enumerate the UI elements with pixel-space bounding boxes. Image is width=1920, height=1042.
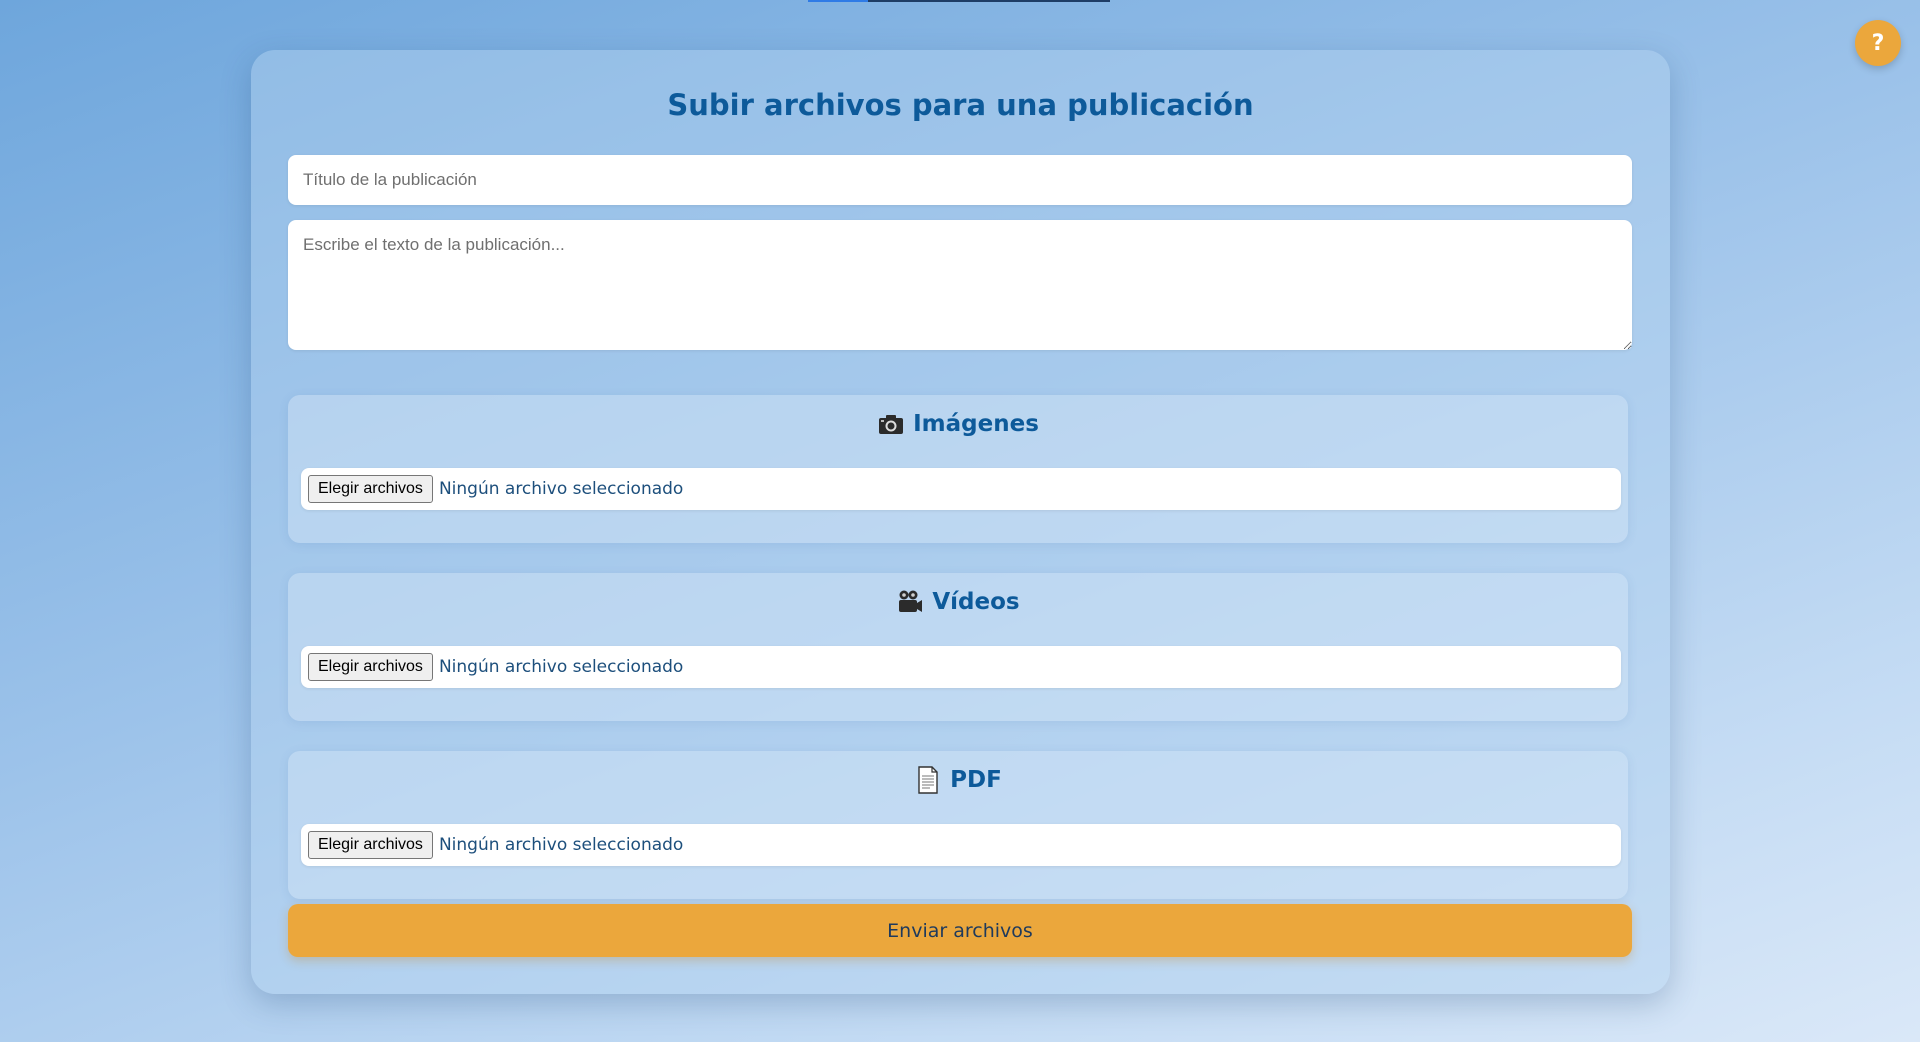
images-choose-files-button[interactable]: Elegir archivos — [308, 475, 433, 503]
videos-file-status: Ningún archivo seleccionado — [438, 657, 684, 677]
pdf-choose-files-button[interactable]: Elegir archivos — [308, 831, 433, 859]
videos-section-heading: Vídeos — [288, 585, 1628, 619]
images-file-status: Ningún archivo seleccionado — [438, 479, 684, 499]
pdf-heading-label: PDF — [950, 767, 1002, 793]
images-heading-label: Imágenes — [913, 411, 1039, 437]
document-icon — [914, 766, 942, 794]
top-progress-indicator — [808, 0, 868, 2]
pdf-file-input[interactable]: Elegir archivos Ningún archivo seleccion… — [301, 824, 1621, 866]
pdf-file-status: Ningún archivo seleccionado — [438, 835, 684, 855]
pdf-section-heading: PDF — [288, 763, 1628, 797]
videos-section: Vídeos Elegir archivos Ningún archivo se… — [288, 573, 1628, 721]
videos-heading-label: Vídeos — [932, 589, 1020, 615]
images-section: Imágenes Elegir archivos Ningún archivo … — [288, 395, 1628, 543]
help-button[interactable]: ? — [1855, 20, 1901, 66]
submit-files-button[interactable]: Enviar archivos — [288, 904, 1632, 957]
videos-file-input[interactable]: Elegir archivos Ningún archivo seleccion… — [301, 646, 1621, 688]
pdf-section: PDF Elegir archivos Ningún archivo selec… — [288, 751, 1628, 899]
camera-icon — [877, 410, 905, 438]
images-section-heading: Imágenes — [288, 407, 1628, 441]
post-title-input[interactable] — [288, 155, 1632, 205]
video-camera-icon — [896, 588, 924, 616]
images-file-input[interactable]: Elegir archivos Ningún archivo seleccion… — [301, 468, 1621, 510]
post-body-textarea[interactable] — [288, 220, 1632, 350]
page-title: Subir archivos para una publicación — [667, 88, 1254, 122]
videos-choose-files-button[interactable]: Elegir archivos — [308, 653, 433, 681]
